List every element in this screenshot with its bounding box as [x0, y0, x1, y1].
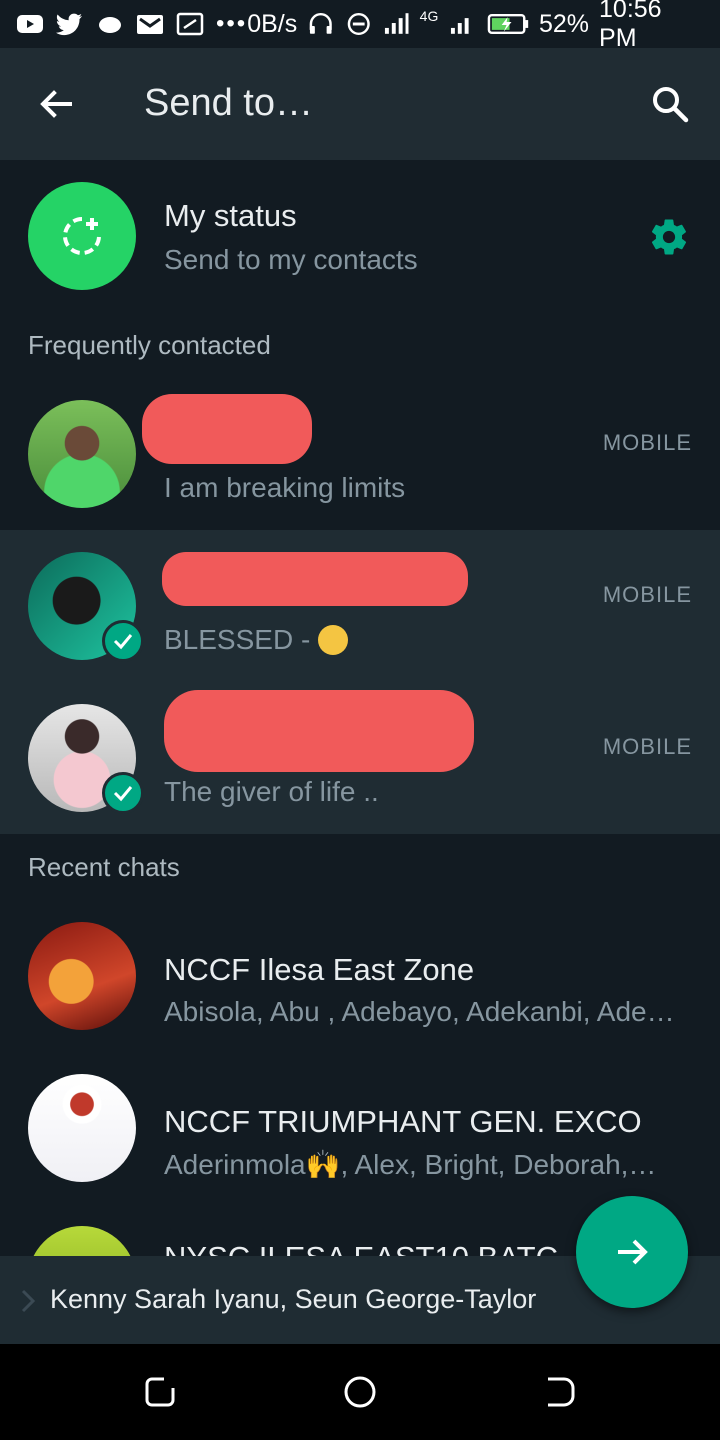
status-bar: ••• 0B/s 4G 52% 10:56 PM [0, 0, 720, 52]
my-status-subtitle: Send to my contacts [164, 244, 418, 275]
redacted-contact-name [142, 394, 312, 464]
redacted-contact-name [164, 690, 474, 772]
page-title: Send to… [144, 82, 313, 124]
contact-status-text: BLESSED - [164, 624, 319, 655]
selected-contacts-names: Kenny Sarah Iyanu, Seun George-Taylor [50, 1284, 537, 1314]
group-avatar [28, 1074, 136, 1182]
send-button[interactable] [576, 1196, 688, 1308]
chevron-right-icon [21, 1289, 36, 1313]
search-icon[interactable] [650, 84, 690, 124]
signal-icon [385, 13, 409, 34]
contact-type-label: MOBILE [602, 582, 692, 607]
contact-status: BLESSED - [164, 624, 349, 656]
status-avatar [28, 182, 136, 290]
status-privacy-gear-icon[interactable] [648, 216, 690, 258]
home-icon[interactable] [342, 1374, 378, 1410]
recent-apps-icon[interactable] [142, 1374, 178, 1410]
chat-name: NCCF TRIUMPHANT GEN. EXCO [164, 1104, 642, 1139]
contact-row-selected[interactable]: BLESSED - MOBILE [0, 530, 720, 682]
do-not-disturb-icon [347, 12, 370, 36]
clock: 10:56 PM [599, 0, 662, 52]
avatar [28, 400, 136, 508]
network-type: 4G [419, 8, 439, 24]
twitter-icon [56, 13, 82, 36]
signal-2-icon [451, 18, 469, 34]
contact-row[interactable]: I am breaking limits MOBILE [0, 378, 720, 530]
add-status-icon [63, 217, 101, 255]
chat-name: NCCF Ilesa East Zone [164, 952, 475, 987]
smiling-emoji-icon [318, 625, 349, 655]
battery-icon [487, 13, 528, 35]
cloud-icon [99, 17, 121, 33]
contact-status: The giver of life .. [164, 776, 379, 807]
youtube-icon [17, 15, 43, 33]
contact-type-label: MOBILE [602, 430, 692, 455]
redacted-contact-name [162, 552, 468, 606]
contact-row-selected[interactable]: The giver of life .. MOBILE [0, 682, 720, 834]
contact-status: I am breaking limits [164, 472, 406, 503]
selected-check-icon [102, 772, 144, 814]
chat-row[interactable]: NCCF TRIUMPHANT GEN. EXCO Aderinmola🙌, A… [0, 1052, 720, 1204]
screenshot-icon [176, 12, 204, 36]
chat-members: Abisola, Abu , Adebayo, Adekanbi, Ade… [164, 996, 675, 1027]
selected-check-icon [102, 620, 144, 662]
group-avatar [28, 1226, 136, 1256]
chat-members: Aderinmola🙌, Alex, Bright, Deborah,… [164, 1149, 657, 1180]
more-notifications-icon: ••• [216, 10, 248, 37]
back-arrow-icon[interactable] [36, 84, 76, 124]
arrow-right-icon [618, 1239, 648, 1265]
section-header-recent: Recent chats [28, 852, 180, 882]
contact-type-label: MOBILE [602, 734, 692, 759]
chat-name: NYSC ILESA EAST10 BATC [164, 1240, 558, 1256]
system-nav-bar [0, 1344, 720, 1440]
headphones-icon [309, 12, 333, 34]
my-status-row[interactable]: My status Send to my contacts [0, 160, 720, 312]
back-nav-icon[interactable] [542, 1374, 578, 1410]
battery-level: 52% [538, 9, 590, 38]
net-speed: 0B/s [247, 9, 298, 38]
group-avatar [28, 922, 136, 1030]
app-bar: Send to… [0, 48, 720, 160]
section-header-frequent: Frequently contacted [28, 330, 271, 360]
gmail-icon [137, 15, 163, 34]
my-status-title: My status [164, 198, 297, 233]
chat-row[interactable]: NCCF Ilesa East Zone Abisola, Abu , Adeb… [0, 900, 720, 1052]
